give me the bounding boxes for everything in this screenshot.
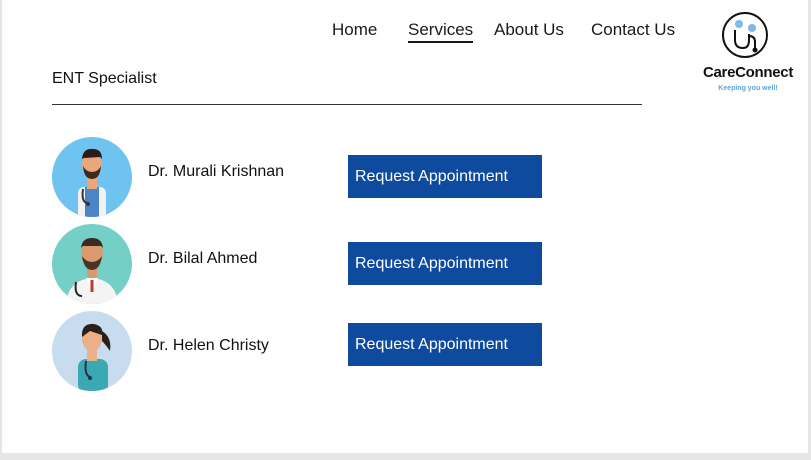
male-doctor-bearded-avatar: [52, 137, 132, 217]
page-title: ENT Specialist: [52, 70, 157, 87]
nav-contact-link[interactable]: Contact Us: [591, 20, 675, 40]
nav-services-link[interactable]: Services: [408, 20, 474, 43]
doctor-card: Dr. Murali Krishnan Request Appointment: [52, 137, 552, 217]
nav-about-link[interactable]: About Us: [494, 20, 564, 40]
logo-name: CareConnect: [702, 64, 794, 81]
careconnect-logo[interactable]: CareConnect Keeping you well!: [696, 12, 802, 98]
divider: [52, 104, 642, 105]
request-appointment-button[interactable]: Request Appointment: [348, 242, 542, 285]
female-doctor-avatar: [52, 311, 132, 391]
doctor-card: Dr. Bilal Ahmed Request Appointment: [52, 224, 552, 304]
nav-home-link[interactable]: Home: [332, 20, 377, 40]
male-doctor-white-coat-avatar: [52, 224, 132, 304]
doctor-name: Dr. Murali Krishnan: [148, 163, 285, 180]
request-appointment-button[interactable]: Request Appointment: [348, 155, 542, 198]
stethoscope-people-icon: [722, 12, 768, 58]
request-appointment-button[interactable]: Request Appointment: [348, 323, 542, 366]
logo-tagline: Keeping you well!: [718, 85, 778, 92]
doctor-card: Dr. Helen Christy Request Appointment: [52, 311, 552, 391]
doctor-name: Dr. Bilal Ahmed: [148, 250, 258, 267]
page: Home Services About Us Contact Us CareCo…: [2, 0, 808, 453]
doctor-name: Dr. Helen Christy: [148, 337, 269, 354]
